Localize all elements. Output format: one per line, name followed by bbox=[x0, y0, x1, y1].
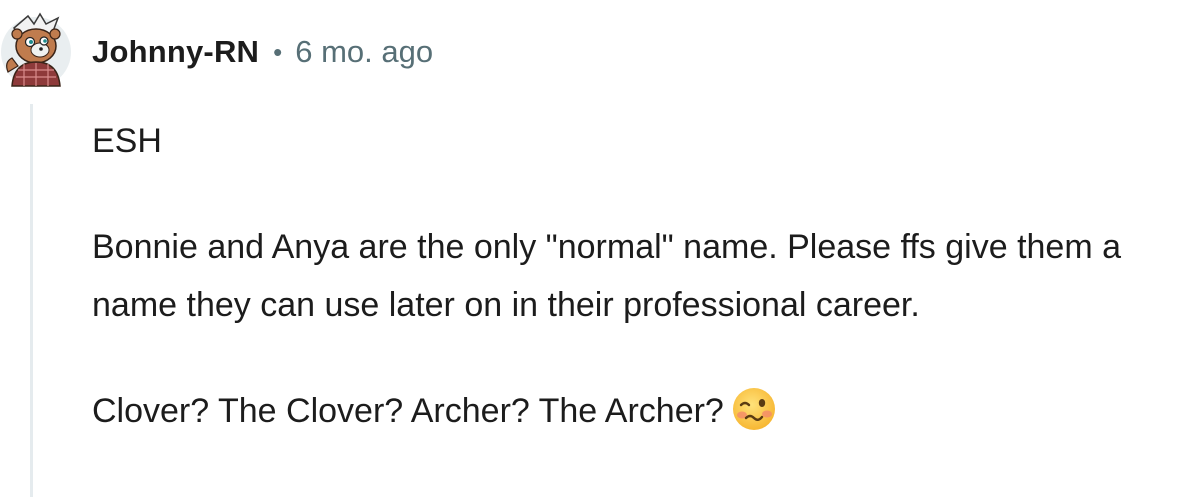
author-name[interactable]: Johnny-RN bbox=[92, 34, 259, 70]
user-avatar[interactable] bbox=[0, 10, 72, 88]
comment-paragraph-text: Clover? The Clover? Archer? The Archer? bbox=[92, 392, 724, 430]
thread-line[interactable] bbox=[30, 104, 33, 497]
woozy-face-icon bbox=[730, 385, 778, 433]
comment-paragraph: Bonnie and Anya are the only "normal" na… bbox=[92, 228, 1122, 324]
meta-separator: • bbox=[273, 36, 283, 67]
avatar-icon bbox=[1, 12, 71, 87]
comment-header: Johnny-RN • 6 mo. ago bbox=[92, 30, 433, 74]
comment-timestamp[interactable]: 6 mo. ago bbox=[295, 34, 433, 70]
comment-paragraph: ESH bbox=[92, 122, 162, 160]
comment: Johnny-RN • 6 mo. ago ESH Bonnie and Any… bbox=[0, 0, 1183, 497]
comment-body: ESH Bonnie and Anya are the only "normal… bbox=[92, 112, 1177, 440]
comment-paragraph-last: Clover? The Clover? Archer? The Archer? bbox=[92, 382, 1177, 440]
